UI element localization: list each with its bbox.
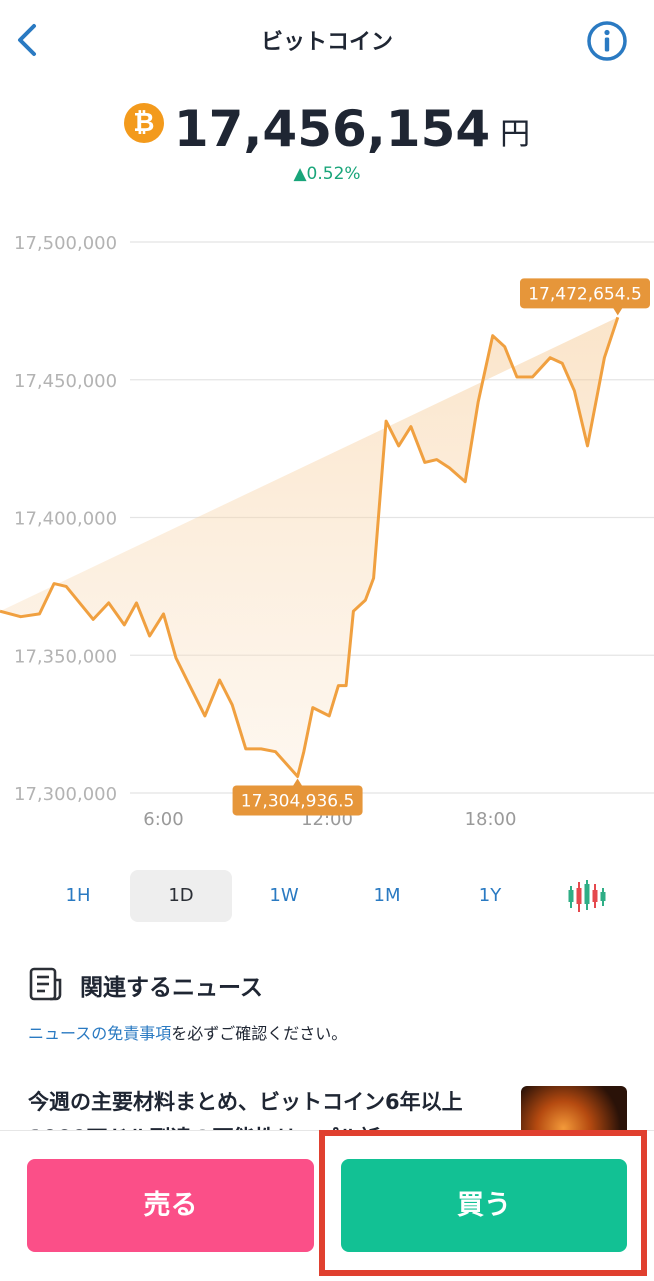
price-unit: 円 [500,117,531,152]
sell-button[interactable]: 売る [27,1159,314,1252]
info-icon[interactable] [586,20,628,62]
news-thumbnail [521,1086,627,1130]
news-article-title: 今週の主要材料まとめ、ビットコイン6年以上1000万ドル到達の可能性リップル訴 [28,1090,463,1130]
max-price-label-pointer [612,307,623,316]
news-disclaimer: ニュースの免責事項を必ずご確認ください。 [28,1020,347,1044]
y-tick-label: 17,500,000 [14,233,117,254]
candlestick-chart-icon [568,880,606,912]
range-1d-button[interactable]: 1D [130,870,232,922]
price-row: ₿ 17,456,154 円 [0,100,654,164]
price-change: ▲0.52% [293,164,361,184]
navigation-bar: ビットコイン [0,0,654,80]
buy-button[interactable]: 買う [341,1159,627,1252]
y-tick-label: 17,350,000 [14,646,117,667]
min-price-label-pointer [292,778,303,787]
y-tick-label: 17,450,000 [14,371,117,392]
disclaimer-text: を必ずご確認ください。 [171,1024,348,1043]
disclaimer-link[interactable]: ニュースの免責事項 [28,1024,171,1043]
price-chart[interactable]: 17,500,000 17,450,000 17,400,000 17,350,000… [0,220,654,840]
min-price-label-text: 17,304,936.5 [241,791,355,811]
x-tick-label: 18:00 [465,809,517,830]
news-document-icon [29,967,62,1001]
price-chart-svg: 17,500,000 17,450,000 17,400,000 17,350,000… [0,233,654,830]
bitcoin-icon: ₿ [123,103,164,143]
news-article[interactable]: 今週の主要材料まとめ、ビットコイン6年以上1000万ドル到達の可能性リップル訴 [28,1080,628,1130]
trade-action-bar: 売る 買う [0,1130,654,1281]
x-tick-label: 6:00 [143,809,183,830]
current-price: 17,456,154 [173,100,491,158]
related-news-title: 関連するニュース [80,975,263,1001]
y-tick-label: 17,300,000 [14,784,117,805]
y-tick-label: 17,400,000 [14,509,117,530]
candlestick-toggle-button[interactable] [534,870,636,922]
max-price-label-text: 17,472,654.5 [528,284,642,304]
range-selector: 1H 1D 1W 1M 1Y [24,870,630,922]
range-1h-button[interactable]: 1H [27,870,129,922]
range-1y-button[interactable]: 1Y [439,870,541,922]
range-1w-button[interactable]: 1W [233,870,335,922]
page-title: ビットコイン [260,30,393,55]
range-1m-button[interactable]: 1M [336,870,438,922]
